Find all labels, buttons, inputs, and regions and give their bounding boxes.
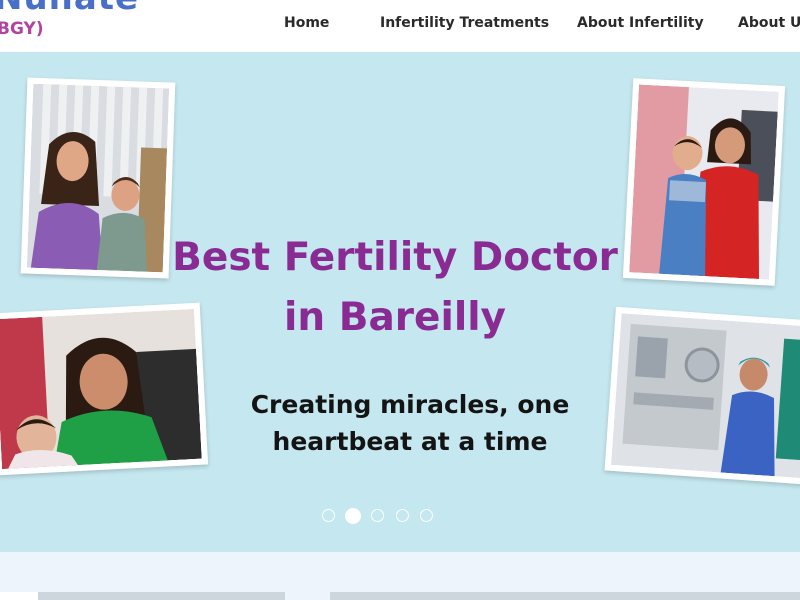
carousel-dot-4[interactable] <box>395 509 409 522</box>
nav-infertility-treatments[interactable]: Infertility Treatments <box>380 15 549 31</box>
photo-doctor-with-child-1 <box>20 77 176 279</box>
photo-doctor-in-lab <box>604 306 800 486</box>
hero-title: Best Fertility Doctor in Bareilly <box>170 228 620 348</box>
content-card-1 <box>0 592 285 600</box>
carousel-dot-3[interactable] <box>371 509 384 522</box>
content-card-2 <box>330 592 800 600</box>
hero-title-line-1: Best Fertility Doctor <box>172 235 618 280</box>
nav-about-infertility[interactable]: About Infertility <box>577 15 704 31</box>
photo-illustration <box>629 84 779 280</box>
nav-about-us[interactable]: About Us <box>738 15 800 31</box>
carousel-dot-1[interactable] <box>322 509 335 522</box>
logo-name: Nunate <box>0 0 139 18</box>
hero-subtitle-line-2: heartbeat at a time <box>272 427 548 456</box>
photo-image <box>610 313 800 479</box>
photo-doctor-with-child-2 <box>622 78 786 286</box>
hero-subtitle: Creating miracles, one heartbeat at a ti… <box>240 386 580 460</box>
photo-image <box>629 84 779 280</box>
photo-illustration <box>610 313 800 479</box>
hero-slider: Best Fertility Doctor in Bareilly Creati… <box>0 52 800 552</box>
photo-image <box>26 83 170 273</box>
logo-subtitle: BGY) <box>0 19 44 39</box>
hero-title-line-2: in Bareilly <box>284 295 506 340</box>
carousel-dot-2[interactable] <box>345 507 361 524</box>
photo-illustration <box>26 83 170 273</box>
carousel-dot-5[interactable] <box>420 509 433 522</box>
nav-home[interactable]: Home <box>284 15 329 31</box>
hero-subtitle-line-1: Creating miracles, one <box>250 390 570 419</box>
corner-badge <box>0 592 38 600</box>
site-header: Nunate BGY) Home Infertility Treatments … <box>0 0 800 52</box>
